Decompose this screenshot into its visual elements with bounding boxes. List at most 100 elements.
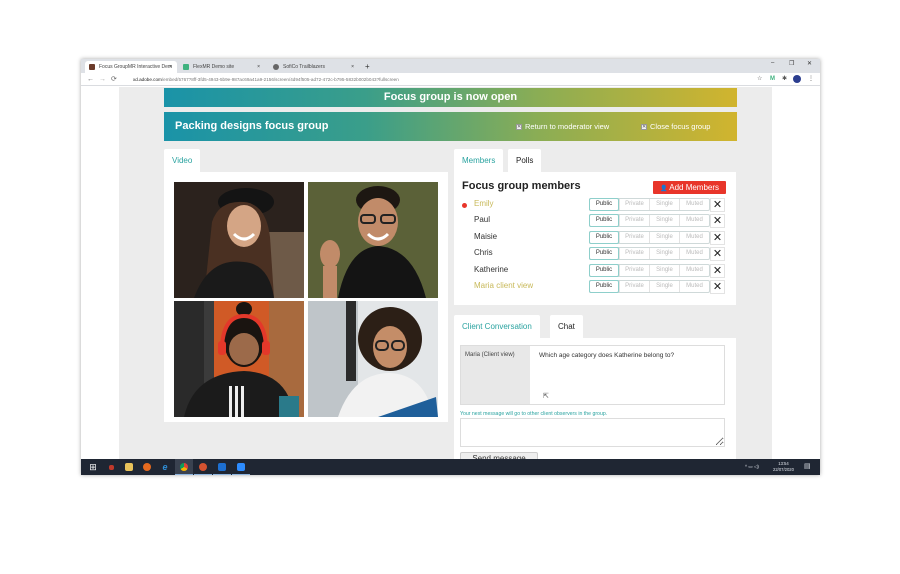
mode-public-button[interactable]: Public [589,231,619,244]
system-tray-icons[interactable]: ^ ▭ ◁) [745,459,759,475]
add-members-label: Add Members [669,183,720,192]
video-tile-1[interactable] [174,182,304,298]
taskbar-app-chrome[interactable] [175,459,193,475]
browser-tab-focus-group[interactable]: Focus GroupMR Interactive Dem × [85,61,177,73]
close-box-icon: ✕ [641,123,647,130]
extensions-puzzle-icon[interactable]: ✱ [782,75,787,84]
firefox-icon [143,463,151,471]
back-button[interactable]: ← [87,74,94,85]
participant-photo-1 [174,182,304,298]
mode-muted-button[interactable]: Muted [679,232,709,243]
video-panel [164,172,448,422]
mode-single-button[interactable]: Single [649,232,679,243]
mode-selector: Public Private Single Muted [589,280,710,293]
browser-tab-flexmr[interactable]: FlexMR Demo site × [179,61,265,73]
mode-single-button[interactable]: Single [649,265,679,276]
url-host: xd.adobe.com [133,77,162,82]
zoom-icon [237,462,245,471]
group-title: Packing designs focus group [175,120,329,132]
page-content: Focus group is now open Packing designs … [81,87,820,465]
close-box-icon: ✕ [516,123,522,130]
mode-muted-button[interactable]: Muted [679,265,709,276]
taskbar-app-task[interactable] [102,459,120,475]
mode-muted-button[interactable]: Muted [679,199,709,210]
mode-public-button[interactable]: Public [589,280,619,293]
restore-button[interactable]: ❐ [789,60,794,67]
new-tab-button[interactable]: + [365,61,370,73]
member-row-paul: Paul Public Private Single Muted ✕ [454,213,736,229]
mode-muted-button[interactable]: Muted [679,215,709,226]
add-members-button[interactable]: 👤 Add Members [653,181,726,194]
notification-center-icon[interactable]: ▤ [804,459,811,475]
taskbar-app-zoom[interactable] [232,459,250,475]
mode-public-button[interactable]: Public [589,214,619,227]
tab-chat[interactable]: Chat [550,315,583,339]
start-button[interactable]: ⊞ [84,459,102,475]
address-bar[interactable]: xd.adobe.com/embed/5767?8ff-3fd5-4943-5b… [133,75,753,84]
mode-single-button[interactable]: Single [649,281,679,292]
member-name: Maisie [474,232,498,241]
url-path: /embed/5767?8ff-3fd5-4943-5b9e-987ac69a4… [161,77,399,82]
tab-client-conversation[interactable]: Client Conversation [454,315,540,339]
status-banner: Focus group is now open [164,88,737,107]
browser-menu-icon[interactable]: ⋮ [808,75,814,84]
online-indicator-icon [462,203,467,208]
message-input[interactable] [460,418,725,447]
extension-m-icon[interactable]: M [770,75,775,84]
remove-member-icon[interactable]: ✕ [710,198,725,212]
browser-tab-sofico[interactable]: SofiCo Trailblazers × [269,61,359,73]
close-tab-icon[interactable]: × [351,64,354,70]
close-tab-icon[interactable]: × [257,64,260,70]
chrome-icon [180,462,188,471]
mode-public-button[interactable]: Public [589,247,619,260]
close-focus-group-button[interactable]: ✕ Close focus group [641,112,710,141]
taskbar-app-firefox[interactable] [138,459,156,475]
powerpoint-icon [199,462,207,471]
forward-button[interactable]: → [99,74,106,85]
app-icon [108,464,114,470]
close-window-button[interactable]: ✕ [807,60,812,67]
mode-private-button[interactable]: Private [619,281,649,292]
mode-muted-button[interactable]: Muted [679,281,709,292]
mode-muted-button[interactable]: Muted [679,248,709,259]
mode-public-button[interactable]: Public [589,198,619,211]
mode-single-button[interactable]: Single [649,199,679,210]
remove-member-icon[interactable]: ✕ [710,231,725,245]
taskbar-app-internet-explorer[interactable]: e [156,459,174,475]
mode-single-button[interactable]: Single [649,248,679,259]
mode-private-button[interactable]: Private [619,248,649,259]
bookmark-star-icon[interactable]: ☆ [757,75,762,84]
mode-public-button[interactable]: Public [589,264,619,277]
tab-members[interactable]: Members [454,149,504,173]
mode-private-button[interactable]: Private [619,232,649,243]
member-name: Paul [474,215,491,224]
participant-photo-3 [174,301,304,417]
tab-polls[interactable]: Polls [508,149,542,173]
close-tab-icon[interactable]: × [169,64,172,70]
taskbar-app-file-explorer[interactable] [120,459,138,475]
tab-video[interactable]: Video [164,149,201,173]
profile-avatar-icon[interactable] [793,75,801,87]
members-title: Focus group members [462,180,581,192]
mode-private-button[interactable]: Private [619,265,649,276]
remove-member-icon[interactable]: ✕ [710,280,725,294]
remove-member-icon[interactable]: ✕ [710,214,725,228]
clock-date: 22/07/2020 [773,467,794,472]
video-tile-3[interactable] [174,301,304,417]
reload-button[interactable]: ⟳ [111,74,117,85]
mode-private-button[interactable]: Private [619,199,649,210]
close-label: Close focus group [650,122,711,131]
return-to-moderator-button[interactable]: ✕ Return to moderator view [516,112,609,141]
tab-title: Focus GroupMR Interactive Dem [99,64,173,70]
message-sender: Maria (Client view) [461,346,530,404]
video-tile-2[interactable] [308,182,438,298]
video-tile-4[interactable] [308,301,438,417]
taskbar-app-powerpoint[interactable] [194,459,212,475]
taskbar-app-outlook[interactable] [213,459,231,475]
taskbar-clock[interactable]: 13:54 22/07/2020 [773,461,794,473]
mode-single-button[interactable]: Single [649,215,679,226]
minimize-button[interactable]: – [771,60,774,66]
remove-member-icon[interactable]: ✕ [710,264,725,278]
remove-member-icon[interactable]: ✕ [710,247,725,261]
mode-private-button[interactable]: Private [619,215,649,226]
